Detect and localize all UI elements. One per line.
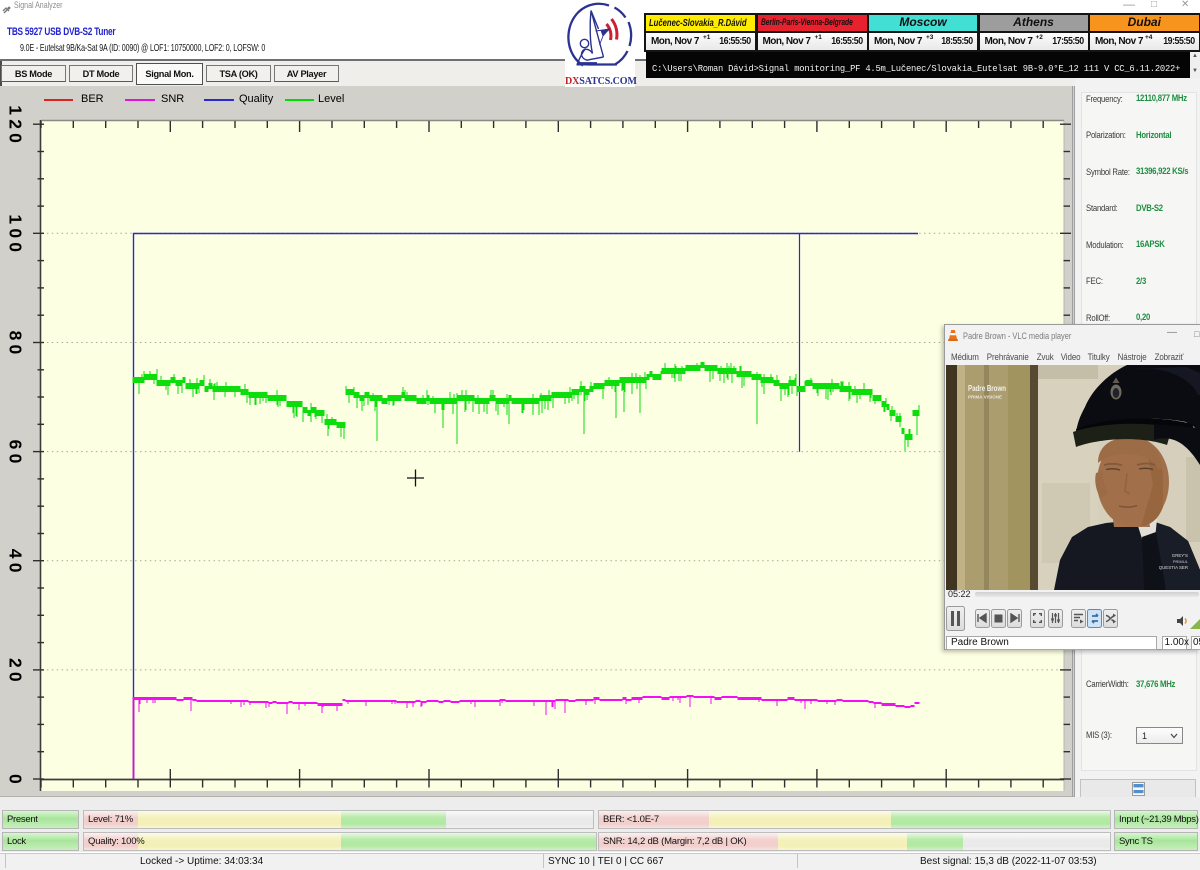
svg-text:PRIMA VISIONE: PRIMA VISIONE [968,395,1002,400]
svg-text:Padre Brown: Padre Brown [968,384,1006,393]
svg-text:40: 40 [6,549,26,577]
svg-text:20: 20 [6,658,26,686]
svg-text:80: 80 [6,331,26,359]
svg-text:60: 60 [6,440,26,468]
svg-text:120: 120 [6,105,26,147]
svg-text:QUESTIA SER: QUESTIA SER [1159,565,1188,570]
svg-text:0: 0 [6,774,26,788]
svg-text:PRIMUL: PRIMUL [1173,559,1189,564]
svg-text:100: 100 [6,214,26,256]
svg-text:GREY'S: GREY'S [1172,553,1188,558]
